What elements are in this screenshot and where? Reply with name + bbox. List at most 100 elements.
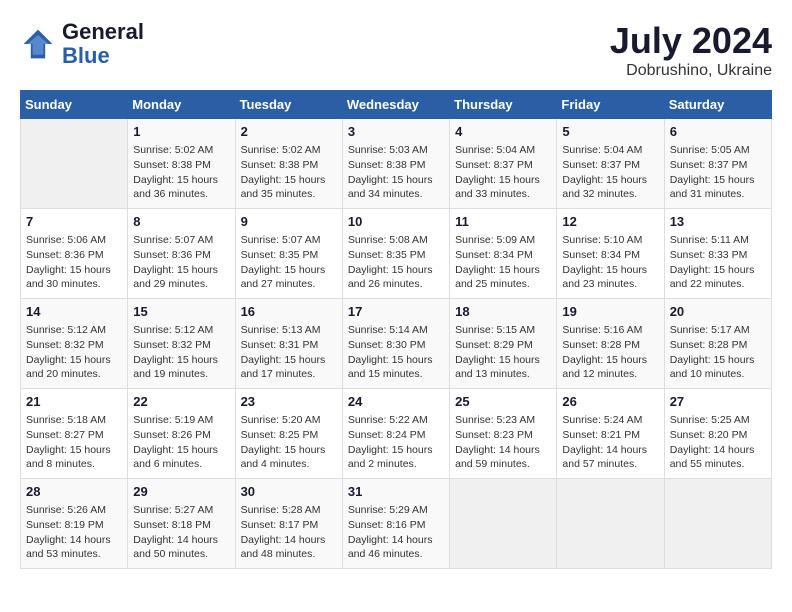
- day-info: Sunrise: 5:12 AM Sunset: 8:32 PM Dayligh…: [133, 323, 229, 382]
- day-number: 8: [133, 213, 229, 231]
- calendar-cell: 15 Sunrise: 5:12 AM Sunset: 8:32 PM Dayli…: [128, 299, 235, 389]
- calendar-cell: 4 Sunrise: 5:04 AM Sunset: 8:37 PM Daylig…: [450, 119, 557, 209]
- day-info: Sunrise: 5:06 AM Sunset: 8:36 PM Dayligh…: [26, 233, 122, 292]
- calendar-cell: 16 Sunrise: 5:13 AM Sunset: 8:31 PM Dayli…: [235, 299, 342, 389]
- location: Dobrushino, Ukraine: [610, 62, 772, 80]
- calendar-cell: 21Sunrise: 5:18 AM Sunset: 8:27 PM Dayli…: [21, 389, 128, 479]
- calendar-day-header: Saturday: [664, 91, 771, 119]
- day-info: Sunrise: 5:13 AM Sunset: 8:31 PM Dayligh…: [241, 323, 337, 382]
- logo: General Blue: [20, 20, 144, 68]
- day-number: 19: [562, 303, 658, 321]
- day-info: Sunrise: 5:09 AM Sunset: 8:34 PM Dayligh…: [455, 233, 551, 292]
- day-info: Sunrise: 5:28 AM Sunset: 8:17 PM Dayligh…: [241, 503, 337, 562]
- day-info: Sunrise: 5:10 AM Sunset: 8:34 PM Dayligh…: [562, 233, 658, 292]
- calendar-cell: 26 Sunrise: 5:24 AM Sunset: 8:21 PM Dayli…: [557, 389, 664, 479]
- calendar-cell: [21, 119, 128, 209]
- day-number: 4: [455, 123, 551, 141]
- day-info: Sunrise: 5:24 AM Sunset: 8:21 PM Dayligh…: [562, 413, 658, 472]
- calendar-cell: 24 Sunrise: 5:22 AM Sunset: 8:24 PM Dayli…: [342, 389, 449, 479]
- day-number: 23: [241, 393, 337, 411]
- day-info: Sunrise: 5:04 AM Sunset: 8:37 PM Dayligh…: [455, 143, 551, 202]
- day-number: 13: [670, 213, 766, 231]
- calendar-cell: 11 Sunrise: 5:09 AM Sunset: 8:34 PM Dayli…: [450, 209, 557, 299]
- day-number: 17: [348, 303, 444, 321]
- day-info: Sunrise: 5:11 AM Sunset: 8:33 PM Dayligh…: [670, 233, 766, 292]
- day-number: 9: [241, 213, 337, 231]
- day-number: 11: [455, 213, 551, 231]
- calendar-cell: 20Sunrise: 5:17 AM Sunset: 8:28 PM Dayli…: [664, 299, 771, 389]
- calendar-cell: 27Sunrise: 5:25 AM Sunset: 8:20 PM Dayli…: [664, 389, 771, 479]
- title-block: July 2024 Dobrushino, Ukraine: [610, 20, 772, 80]
- calendar-cell: 1 Sunrise: 5:02 AM Sunset: 8:38 PM Daylig…: [128, 119, 235, 209]
- day-number: 16: [241, 303, 337, 321]
- calendar-cell: 14 Sunrise: 5:12 AM Sunset: 8:32 PM Dayli…: [21, 299, 128, 389]
- day-number: 1: [133, 123, 229, 141]
- calendar-cell: 12Sunrise: 5:10 AM Sunset: 8:34 PM Dayli…: [557, 209, 664, 299]
- calendar-cell: 9 Sunrise: 5:07 AM Sunset: 8:35 PM Daylig…: [235, 209, 342, 299]
- calendar-cell: 19Sunrise: 5:16 AM Sunset: 8:28 PM Dayli…: [557, 299, 664, 389]
- calendar-cell: 10Sunrise: 5:08 AM Sunset: 8:35 PM Dayli…: [342, 209, 449, 299]
- calendar-day-header: Friday: [557, 91, 664, 119]
- day-info: Sunrise: 5:12 AM Sunset: 8:32 PM Dayligh…: [26, 323, 122, 382]
- calendar-header: SundayMondayTuesdayWednesdayThursdayFrid…: [21, 91, 772, 119]
- calendar-cell: 7 Sunrise: 5:06 AM Sunset: 8:36 PM Daylig…: [21, 209, 128, 299]
- day-number: 26: [562, 393, 658, 411]
- calendar-cell: 25Sunrise: 5:23 AM Sunset: 8:23 PM Dayli…: [450, 389, 557, 479]
- calendar-cell: 29Sunrise: 5:27 AM Sunset: 8:18 PM Dayli…: [128, 479, 235, 569]
- calendar-body: 1 Sunrise: 5:02 AM Sunset: 8:38 PM Daylig…: [21, 119, 772, 569]
- day-info: Sunrise: 5:05 AM Sunset: 8:37 PM Dayligh…: [670, 143, 766, 202]
- day-number: 6: [670, 123, 766, 141]
- calendar-cell: 30 Sunrise: 5:28 AM Sunset: 8:17 PM Dayli…: [235, 479, 342, 569]
- calendar-week-row: 28 Sunrise: 5:26 AM Sunset: 8:19 PM Dayli…: [21, 479, 772, 569]
- calendar-week-row: 1 Sunrise: 5:02 AM Sunset: 8:38 PM Daylig…: [21, 119, 772, 209]
- day-number: 20: [670, 303, 766, 321]
- calendar-day-header: Thursday: [450, 91, 557, 119]
- day-number: 22: [133, 393, 229, 411]
- day-info: Sunrise: 5:02 AM Sunset: 8:38 PM Dayligh…: [241, 143, 337, 202]
- day-info: Sunrise: 5:20 AM Sunset: 8:25 PM Dayligh…: [241, 413, 337, 472]
- calendar-day-header: Wednesday: [342, 91, 449, 119]
- day-number: 25: [455, 393, 551, 411]
- day-number: 24: [348, 393, 444, 411]
- calendar-cell: 23 Sunrise: 5:20 AM Sunset: 8:25 PM Dayli…: [235, 389, 342, 479]
- calendar-week-row: 21Sunrise: 5:18 AM Sunset: 8:27 PM Dayli…: [21, 389, 772, 479]
- calendar-cell: 22Sunrise: 5:19 AM Sunset: 8:26 PM Dayli…: [128, 389, 235, 479]
- month-year: July 2024: [610, 20, 772, 62]
- day-number: 5: [562, 123, 658, 141]
- day-info: Sunrise: 5:29 AM Sunset: 8:16 PM Dayligh…: [348, 503, 444, 562]
- day-number: 2: [241, 123, 337, 141]
- day-number: 7: [26, 213, 122, 231]
- calendar-cell: 5 Sunrise: 5:04 AM Sunset: 8:37 PM Daylig…: [557, 119, 664, 209]
- logo-blue: Blue: [62, 44, 144, 68]
- day-info: Sunrise: 5:14 AM Sunset: 8:30 PM Dayligh…: [348, 323, 444, 382]
- day-info: Sunrise: 5:26 AM Sunset: 8:19 PM Dayligh…: [26, 503, 122, 562]
- calendar-cell: 2 Sunrise: 5:02 AM Sunset: 8:38 PM Daylig…: [235, 119, 342, 209]
- day-number: 10: [348, 213, 444, 231]
- day-number: 30: [241, 483, 337, 501]
- calendar-cell: [450, 479, 557, 569]
- page-header: General Blue July 2024 Dobrushino, Ukrai…: [20, 20, 772, 80]
- calendar-cell: 18 Sunrise: 5:15 AM Sunset: 8:29 PM Dayli…: [450, 299, 557, 389]
- day-info: Sunrise: 5:02 AM Sunset: 8:38 PM Dayligh…: [133, 143, 229, 202]
- day-number: 15: [133, 303, 229, 321]
- calendar-day-header: Monday: [128, 91, 235, 119]
- calendar-cell: 31 Sunrise: 5:29 AM Sunset: 8:16 PM Dayli…: [342, 479, 449, 569]
- day-info: Sunrise: 5:03 AM Sunset: 8:38 PM Dayligh…: [348, 143, 444, 202]
- day-info: Sunrise: 5:15 AM Sunset: 8:29 PM Dayligh…: [455, 323, 551, 382]
- calendar-cell: 6 Sunrise: 5:05 AM Sunset: 8:37 PM Daylig…: [664, 119, 771, 209]
- calendar-cell: 13 Sunrise: 5:11 AM Sunset: 8:33 PM Dayli…: [664, 209, 771, 299]
- day-info: Sunrise: 5:22 AM Sunset: 8:24 PM Dayligh…: [348, 413, 444, 472]
- day-info: Sunrise: 5:07 AM Sunset: 8:35 PM Dayligh…: [241, 233, 337, 292]
- calendar-day-header: Sunday: [21, 91, 128, 119]
- day-number: 31: [348, 483, 444, 501]
- day-info: Sunrise: 5:04 AM Sunset: 8:37 PM Dayligh…: [562, 143, 658, 202]
- day-number: 28: [26, 483, 122, 501]
- calendar-day-header: Tuesday: [235, 91, 342, 119]
- day-number: 18: [455, 303, 551, 321]
- day-info: Sunrise: 5:27 AM Sunset: 8:18 PM Dayligh…: [133, 503, 229, 562]
- logo-general: General: [62, 20, 144, 44]
- calendar-cell: [664, 479, 771, 569]
- day-number: 14: [26, 303, 122, 321]
- day-number: 21: [26, 393, 122, 411]
- day-number: 3: [348, 123, 444, 141]
